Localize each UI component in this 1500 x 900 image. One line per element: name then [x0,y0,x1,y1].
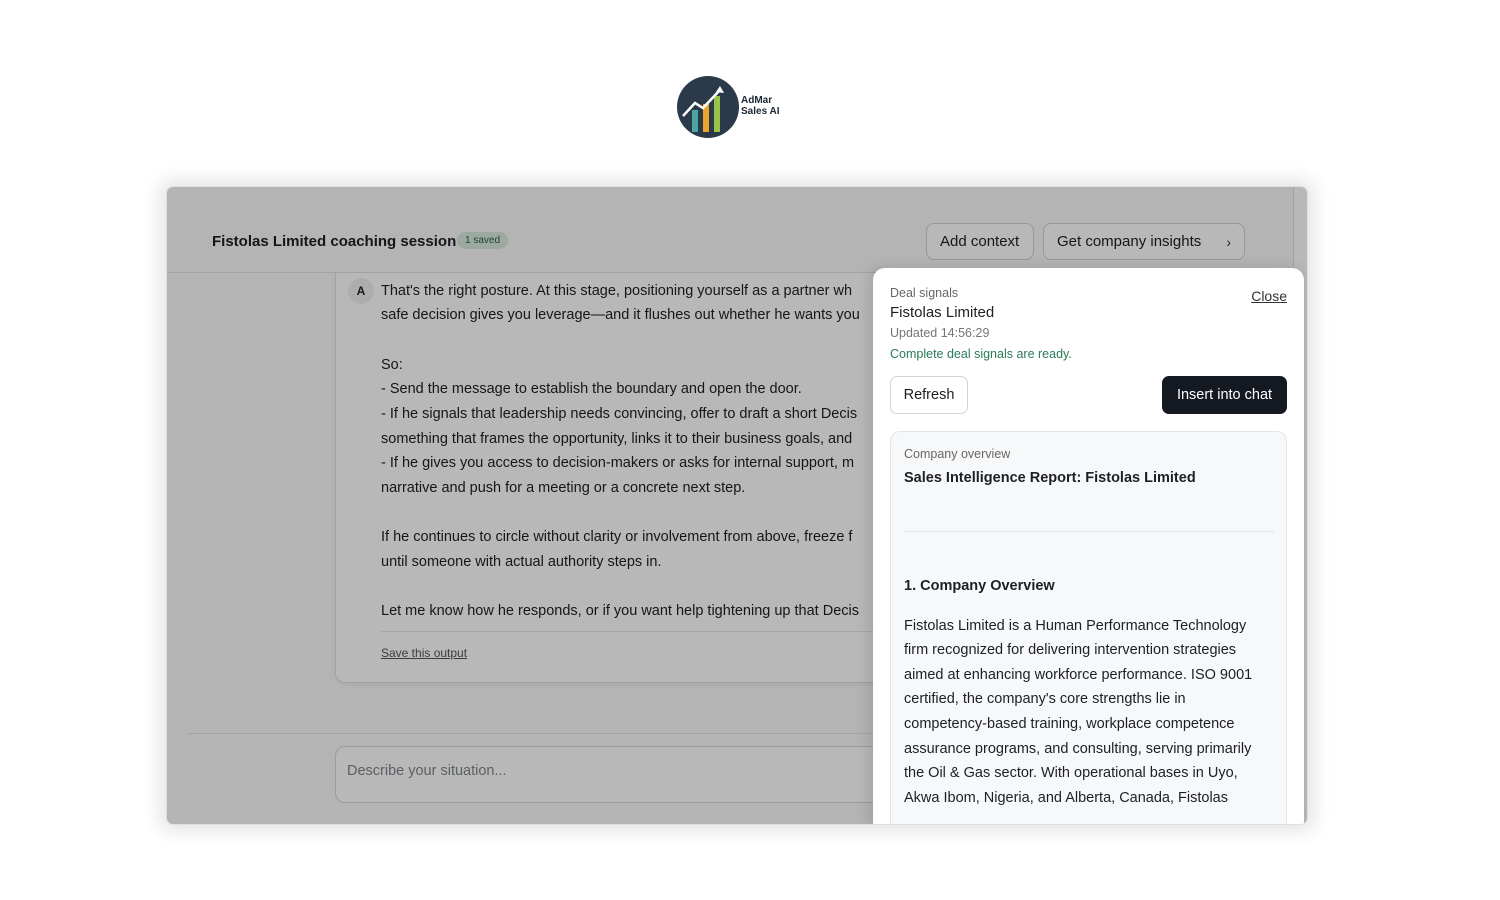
company-overview-card: Company overview Sales Intelligence Repo… [890,431,1287,824]
report-line: Fistolas Limited is a Human Performance … [904,618,1247,634]
drawer-company-name: Fistolas Limited [890,304,995,321]
brand-logo: AdMar Sales AI [677,76,807,140]
report-line: Akwa Ibom, Nigeria, and Alberta, Canada,… [904,790,1228,806]
deal-signals-drawer: Deal signals Fistolas Limited Updated 14… [873,268,1304,824]
report-line: the Oil & Gas sector. With operational b… [904,765,1238,781]
report-divider [904,531,1274,532]
report-line: firm recognized for delivering intervent… [904,642,1237,658]
report-line: assurance programs, and consulting, serv… [904,741,1252,757]
brand-name: AdMar Sales AI [741,95,780,117]
report-section-heading: 1. Company Overview [904,578,1055,594]
refresh-button[interactable]: Refresh [890,376,968,414]
report-line: certified, the company's core strengths … [904,691,1186,707]
close-button[interactable]: Close [1251,288,1287,304]
report-label: Company overview [904,447,1011,461]
report-line: competency-based training, workplace com… [904,716,1235,732]
report-title: Sales Intelligence Report: Fistolas Limi… [904,470,1196,486]
report-line: aimed at enhancing workforce performance… [904,667,1253,683]
app-window: Fistolas Limited coaching session 1 save… [167,187,1307,824]
drawer-label: Deal signals [890,286,959,300]
chart-logo-icon [677,76,739,138]
drawer-updated-time: Updated 14:56:29 [890,326,990,340]
drawer-status: Complete deal signals are ready. [890,347,1072,361]
insert-into-chat-button[interactable]: Insert into chat [1162,376,1287,414]
